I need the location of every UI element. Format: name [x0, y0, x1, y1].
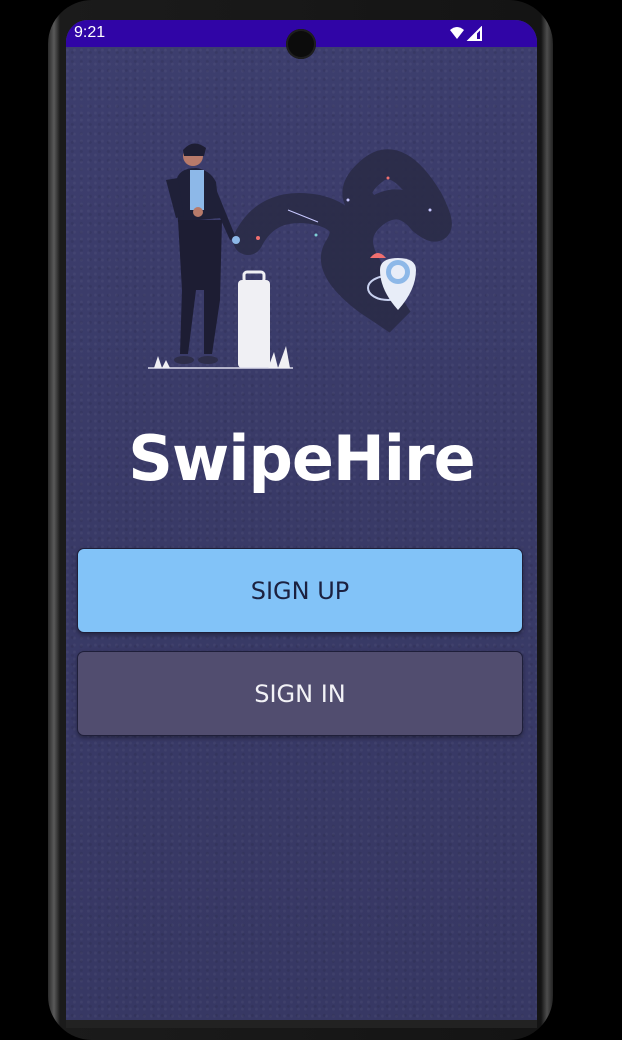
- status-time: 9:21: [74, 24, 106, 41]
- cell-signal-icon: [466, 25, 482, 41]
- app-screen: 9:21 SwipeHire SIGN UP SIGN IN: [66, 20, 537, 1020]
- bottom-nav-strip: [66, 1020, 537, 1028]
- path-trail-graphic: [233, 149, 452, 333]
- sign-in-label: SIGN IN: [254, 679, 346, 708]
- app-title: SwipeHire: [128, 422, 475, 495]
- sign-up-button[interactable]: SIGN UP: [77, 548, 523, 633]
- hero-illustration: [148, 140, 458, 384]
- sign-in-button[interactable]: SIGN IN: [77, 651, 523, 736]
- person-figure: [166, 143, 236, 364]
- system-icons: [449, 25, 489, 46]
- front-camera: [286, 29, 316, 59]
- ground-line: [148, 346, 293, 369]
- wifi-icon: [450, 27, 464, 39]
- sign-up-label: SIGN UP: [250, 576, 350, 605]
- luggage-icon: [232, 236, 270, 368]
